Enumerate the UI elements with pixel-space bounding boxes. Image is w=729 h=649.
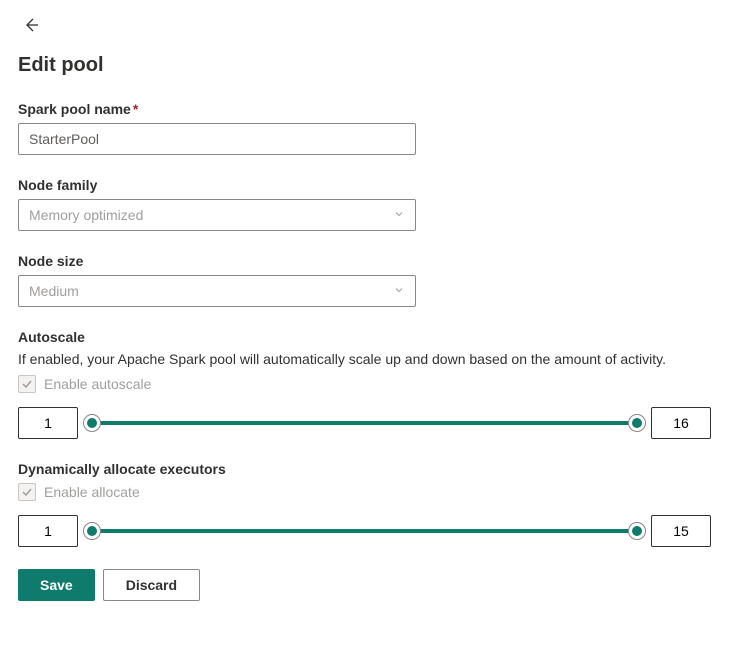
executors-max-input[interactable]	[651, 515, 711, 547]
save-button[interactable]: Save	[18, 569, 95, 601]
executors-checkbox-label: Enable allocate	[44, 484, 140, 500]
node-size-select[interactable]: Medium	[18, 275, 416, 307]
page-title: Edit pool	[18, 54, 711, 77]
slider-track	[92, 421, 637, 425]
executors-checkbox[interactable]	[18, 483, 36, 501]
autoscale-checkbox-label: Enable autoscale	[44, 376, 151, 392]
autoscale-min-thumb[interactable]	[83, 414, 101, 432]
check-icon	[21, 378, 33, 390]
executors-label: Dynamically allocate executors	[18, 461, 711, 477]
autoscale-label: Autoscale	[18, 329, 711, 345]
arrow-left-icon	[22, 16, 40, 34]
autoscale-help: If enabled, your Apache Spark pool will …	[18, 351, 711, 367]
node-family-label: Node family	[18, 177, 711, 193]
chevron-down-icon	[393, 283, 405, 299]
autoscale-max-thumb[interactable]	[628, 414, 646, 432]
pool-name-input[interactable]	[29, 131, 405, 147]
executors-max-thumb[interactable]	[628, 522, 646, 540]
autoscale-slider[interactable]	[92, 414, 637, 432]
node-family-select[interactable]: Memory optimized	[18, 199, 416, 231]
executors-slider[interactable]	[92, 522, 637, 540]
required-indicator: *	[133, 101, 138, 117]
node-size-value: Medium	[29, 283, 79, 299]
executors-min-input[interactable]	[18, 515, 78, 547]
back-button[interactable]	[18, 12, 44, 38]
autoscale-max-input[interactable]	[651, 407, 711, 439]
chevron-down-icon	[393, 207, 405, 223]
autoscale-min-input[interactable]	[18, 407, 78, 439]
pool-name-label: Spark pool name*	[18, 101, 711, 117]
node-size-label: Node size	[18, 253, 711, 269]
executors-min-thumb[interactable]	[83, 522, 101, 540]
slider-track	[92, 529, 637, 533]
autoscale-checkbox[interactable]	[18, 375, 36, 393]
node-family-value: Memory optimized	[29, 207, 143, 223]
discard-button[interactable]: Discard	[103, 569, 200, 601]
pool-name-input-wrap	[18, 123, 416, 155]
check-icon	[21, 486, 33, 498]
